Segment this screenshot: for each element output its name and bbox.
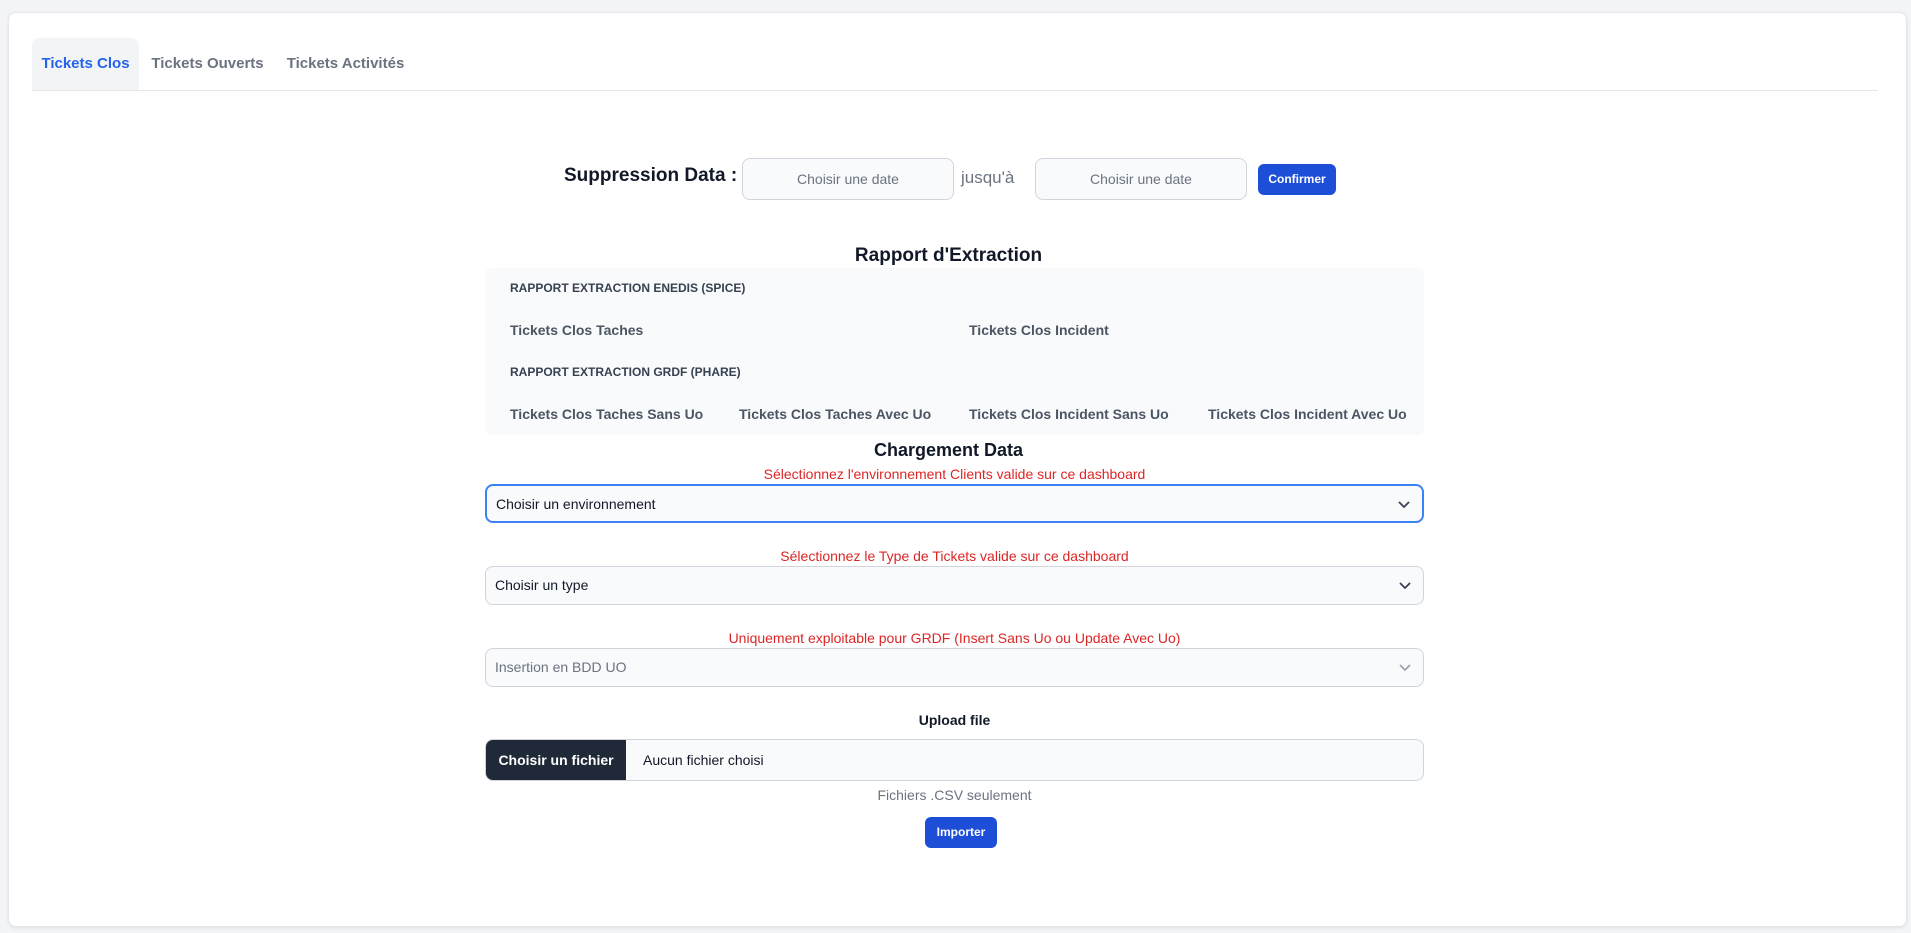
environment-select[interactable]: Choisir un environnement [485, 484, 1424, 523]
env-hint: Sélectionnez l'environnement Clients val… [763, 466, 1146, 482]
tab-bar: Tickets Clos Tickets Ouverts Tickets Act… [32, 38, 1878, 91]
tab-tickets-clos[interactable]: Tickets Clos [32, 38, 139, 90]
date-separator: jusqu'à [961, 168, 1015, 187]
report-panel: RAPPORT EXTRACTION ENEDIS (SPICE) Ticket… [485, 268, 1424, 435]
chevron-down-icon [1398, 501, 1410, 509]
upload-label: Upload file [918, 712, 991, 728]
grdf-heading: RAPPORT EXTRACTION GRDF (PHARE) [510, 365, 741, 379]
link-enedis-taches[interactable]: Tickets Clos Taches [510, 322, 643, 338]
link-grdf-taches-avec-uo[interactable]: Tickets Clos Taches Avec Uo [739, 406, 931, 422]
chevron-down-icon [1399, 582, 1411, 590]
link-grdf-taches-sans-uo[interactable]: Tickets Clos Taches Sans Uo [510, 406, 703, 422]
date-from-input[interactable]: Choisir une date [742, 158, 954, 200]
environment-select-value: Choisir un environnement [496, 496, 656, 512]
link-grdf-incident-sans-uo[interactable]: Tickets Clos Incident Sans Uo [969, 406, 1169, 422]
import-button[interactable]: Importer [925, 817, 997, 848]
tab-tickets-activites[interactable]: Tickets Activités [280, 38, 411, 90]
type-select[interactable]: Choisir un type [485, 566, 1424, 605]
loading-title: Chargement Data [873, 440, 1024, 460]
link-grdf-incident-avec-uo[interactable]: Tickets Clos Incident Avec Uo [1208, 406, 1407, 422]
report-title: Rapport d'Extraction [854, 245, 1043, 266]
grdf-insert-select[interactable]: Insertion en BDD UO [485, 648, 1424, 687]
enedis-heading: RAPPORT EXTRACTION ENEDIS (SPICE) [510, 281, 746, 295]
tab-tickets-ouverts[interactable]: Tickets Ouverts [145, 38, 270, 90]
choose-file-button[interactable]: Choisir un fichier [486, 740, 626, 780]
link-enedis-incident[interactable]: Tickets Clos Incident [969, 322, 1109, 338]
suppression-label: Suppression Data : [564, 165, 738, 186]
confirm-button[interactable]: Confirmer [1258, 164, 1336, 195]
csv-note: Fichiers .CSV seulement [877, 787, 1032, 803]
type-hint: Sélectionnez le Type de Tickets valide s… [780, 548, 1129, 564]
date-to-input[interactable]: Choisir une date [1035, 158, 1247, 200]
grdf-insert-select-value: Insertion en BDD UO [495, 659, 627, 675]
type-select-value: Choisir un type [495, 577, 589, 593]
file-input[interactable]: Choisir un fichier Aucun fichier choisi [485, 739, 1424, 781]
file-name: Aucun fichier choisi [643, 752, 764, 768]
grdf-hint: Uniquement exploitable pour GRDF (Insert… [728, 630, 1181, 646]
chevron-down-icon [1399, 664, 1411, 672]
